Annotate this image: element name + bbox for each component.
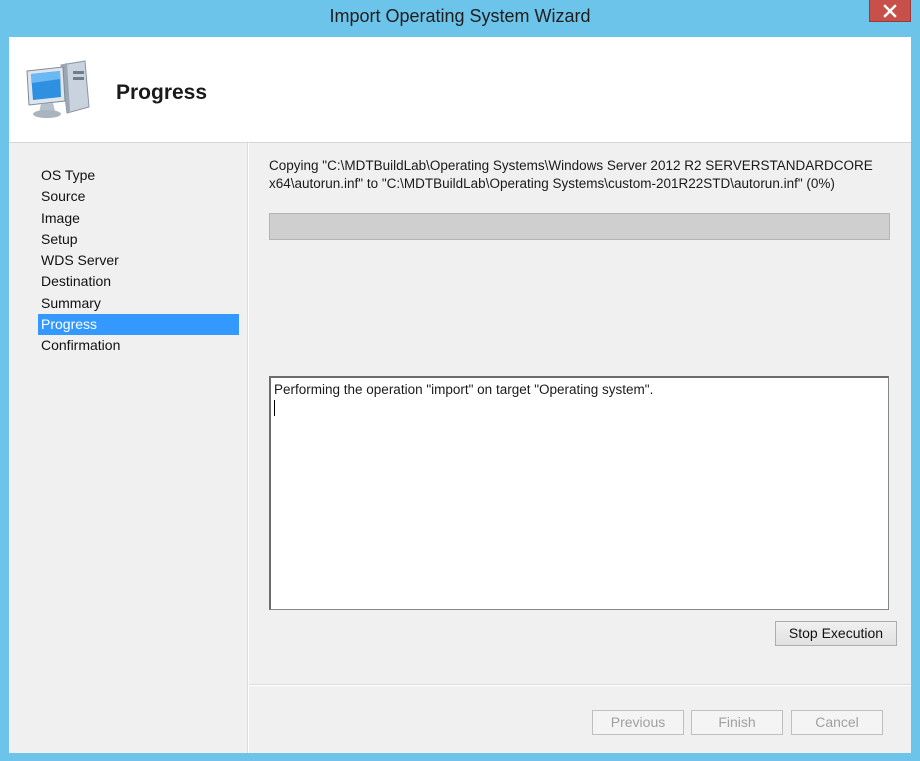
sidebar-item-wds-server[interactable]: WDS Server xyxy=(38,250,239,271)
wizard-footer: Previous Finish Cancel xyxy=(249,686,911,753)
page-title: Progress xyxy=(116,81,208,104)
sidebar-item-confirmation[interactable]: Confirmation xyxy=(38,335,239,356)
log-text: Performing the operation "import" on tar… xyxy=(274,382,654,397)
sidebar-item-os-type[interactable]: OS Type xyxy=(38,165,239,186)
sidebar-item-summary[interactable]: Summary xyxy=(38,293,239,314)
close-button[interactable] xyxy=(869,0,911,22)
text-caret xyxy=(274,400,275,416)
computer-icon xyxy=(23,57,93,123)
window-title: Import Operating System Wizard xyxy=(329,6,591,26)
previous-button[interactable]: Previous xyxy=(592,710,684,735)
copy-status-text: Copying "C:\MDTBuildLab\Operating System… xyxy=(269,158,873,191)
close-icon xyxy=(883,3,897,18)
progress-bar xyxy=(269,213,890,240)
cancel-button[interactable]: Cancel xyxy=(791,710,883,735)
sidebar: OS Type Source Image Setup WDS Server De… xyxy=(9,143,247,753)
step-list: OS Type Source Image Setup WDS Server De… xyxy=(38,165,239,357)
wizard-body: OS Type Source Image Setup WDS Server De… xyxy=(9,143,911,753)
finish-button[interactable]: Finish xyxy=(691,710,783,735)
stop-execution-button[interactable]: Stop Execution xyxy=(775,621,897,646)
sidebar-item-source[interactable]: Source xyxy=(38,186,239,207)
sidebar-item-progress[interactable]: Progress xyxy=(38,314,239,336)
main-panel: Copying "C:\MDTBuildLab\Operating System… xyxy=(249,143,911,683)
wizard-header: Progress xyxy=(9,37,911,143)
sidebar-item-image[interactable]: Image xyxy=(38,208,239,229)
output-log[interactable]: Performing the operation "import" on tar… xyxy=(269,376,889,610)
title-bar[interactable]: Import Operating System Wizard xyxy=(0,0,920,36)
sidebar-item-destination[interactable]: Destination xyxy=(38,271,239,292)
sidebar-item-setup[interactable]: Setup xyxy=(38,229,239,250)
wizard-window: Import Operating System Wizard Progress … xyxy=(0,0,920,761)
